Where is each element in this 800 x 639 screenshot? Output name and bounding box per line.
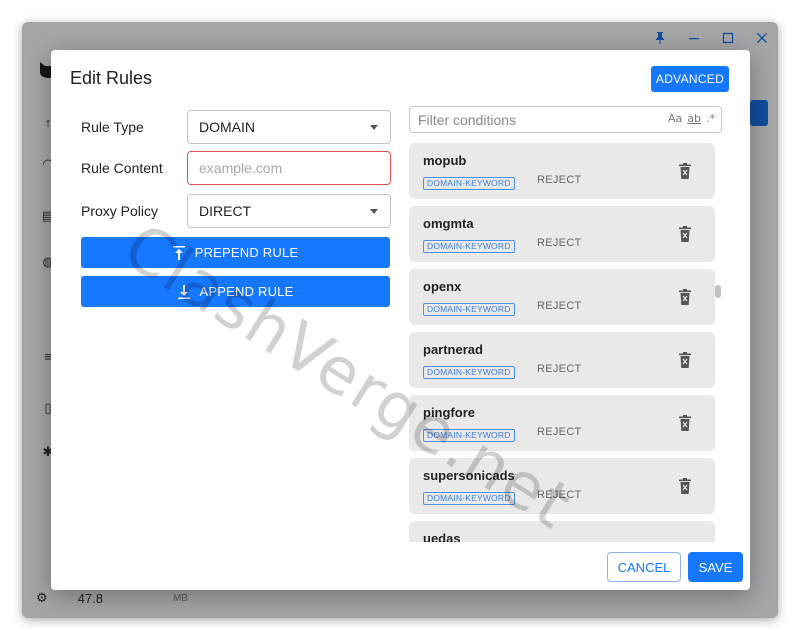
rule-type-label: Rule Type (81, 119, 144, 135)
list-item: pingfore DOMAIN-KEYWORD REJECT (409, 395, 715, 451)
proxy-policy-label: Proxy Policy (81, 203, 159, 219)
delete-icon[interactable] (678, 163, 692, 179)
edit-rules-dialog: Edit Rules ADVANCED Rule Type DOMAIN Rul… (51, 50, 750, 590)
rule-proxy: REJECT (537, 237, 582, 249)
rule-content-label: Rule Content (81, 160, 163, 176)
prepend-rule-button[interactable]: PREPEND RULE (81, 237, 390, 268)
prepend-icon (172, 245, 185, 260)
list-item: uedas (409, 521, 715, 543)
cancel-button[interactable]: CANCEL (607, 552, 681, 582)
rule-name: openx (423, 279, 462, 294)
delete-icon[interactable] (678, 226, 692, 242)
append-rule-button[interactable]: APPEND RULE (81, 276, 390, 307)
proxy-policy-row: Proxy Policy DIRECT (81, 194, 391, 228)
rule-type-tag: DOMAIN-KEYWORD (423, 177, 515, 190)
rule-type-tag: DOMAIN-KEYWORD (423, 429, 515, 442)
list-item: omgmta DOMAIN-KEYWORD REJECT (409, 206, 715, 262)
rule-type-row: Rule Type DOMAIN (81, 110, 391, 144)
rule-name: partnerad (423, 342, 483, 357)
dialog-title: Edit Rules (70, 68, 153, 88)
prepend-rule-label: PREPEND RULE (194, 245, 299, 260)
filter-input[interactable] (418, 111, 648, 128)
rule-type-tag: DOMAIN-KEYWORD (423, 303, 515, 316)
rule-type-tag: DOMAIN-KEYWORD (423, 492, 515, 505)
rule-type-value: DOMAIN (199, 119, 255, 135)
list-item: supersonicads DOMAIN-KEYWORD REJECT (409, 458, 715, 514)
proxy-policy-value: DIRECT (199, 203, 252, 219)
advanced-button[interactable]: ADVANCED (651, 66, 729, 92)
match-word-toggle[interactable]: ab (687, 112, 701, 125)
append-rule-label: APPEND RULE (199, 284, 294, 299)
filter-box: Aa ab .* (409, 106, 722, 133)
rule-name: supersonicads (423, 468, 515, 483)
delete-icon[interactable] (678, 478, 692, 494)
proxy-policy-select[interactable]: DIRECT (187, 194, 391, 228)
list-item: mopub DOMAIN-KEYWORD REJECT (409, 143, 715, 199)
list-item: openx DOMAIN-KEYWORD REJECT (409, 269, 715, 325)
rules-list: mopub DOMAIN-KEYWORD REJECT omgmta DOMAI… (409, 143, 715, 543)
rule-content-input[interactable] (187, 151, 391, 185)
chevron-down-icon (370, 209, 378, 214)
rule-type-select[interactable]: DOMAIN (187, 110, 391, 144)
list-item: partnerad DOMAIN-KEYWORD REJECT (409, 332, 715, 388)
delete-icon[interactable] (678, 352, 692, 368)
rule-type-tag: DOMAIN-KEYWORD (423, 240, 515, 253)
regex-toggle[interactable]: .* (706, 112, 715, 125)
chevron-down-icon (370, 125, 378, 130)
rule-proxy: REJECT (537, 300, 582, 312)
append-icon (177, 284, 190, 299)
scrollbar-thumb[interactable] (715, 285, 721, 298)
rule-content-row: Rule Content (81, 151, 391, 185)
rule-name: mopub (423, 153, 467, 168)
rule-type-tag: DOMAIN-KEYWORD (423, 366, 515, 379)
rule-name: pingfore (423, 405, 475, 420)
rule-proxy: REJECT (537, 174, 582, 186)
filter-options: Aa ab .* (668, 112, 715, 125)
delete-icon[interactable] (678, 415, 692, 431)
rule-proxy: REJECT (537, 489, 582, 501)
rule-proxy: REJECT (537, 426, 582, 438)
rule-name: omgmta (423, 216, 474, 231)
match-case-toggle[interactable]: Aa (668, 112, 682, 125)
delete-icon[interactable] (678, 289, 692, 305)
save-button[interactable]: SAVE (688, 552, 743, 582)
rule-proxy: REJECT (537, 363, 582, 375)
